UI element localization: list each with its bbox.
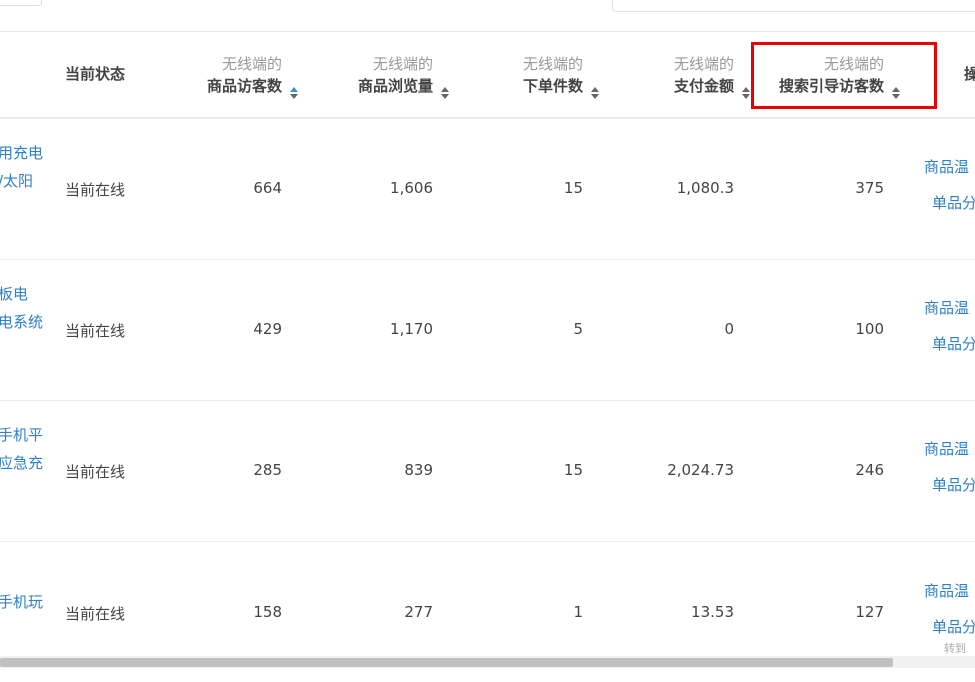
header-status: 当前状态 [65, 65, 126, 83]
product-name-link[interactable]: 板电 电系统 [0, 280, 58, 336]
sort-icon[interactable] [741, 86, 751, 100]
status-cell: 当前在线 [65, 322, 126, 340]
product-temperature-link[interactable]: 商品温 [924, 297, 969, 318]
header-payment-label: 支付金额 [673, 77, 734, 95]
header-visitors-label: 商品访客数 [206, 77, 282, 95]
search-visitors-cell: 100 [855, 320, 884, 338]
pageviews-cell: 839 [404, 461, 433, 479]
visitors-cell: 158 [253, 603, 282, 621]
product-name-line: 手机玩 [0, 593, 44, 611]
status-cell: 当前在线 [65, 605, 126, 623]
item-analysis-link[interactable]: 单品分 [932, 333, 975, 354]
sort-icon[interactable] [289, 86, 299, 100]
product-name-link[interactable]: 手机玩 [0, 588, 58, 616]
header-pageviews-prefix: 无线端的 [372, 55, 433, 73]
product-name-link[interactable]: 手机平 应急充 [0, 421, 58, 477]
header-operations: 操 [964, 65, 975, 83]
payment-cell: 2,024.73 [667, 461, 734, 479]
goto-tip[interactable]: 转到 [944, 640, 966, 656]
product-name-line: 手机平 [0, 426, 44, 444]
pageviews-cell: 1,606 [390, 179, 433, 197]
product-name-line: 应急充 [0, 454, 44, 472]
header-visitors-prefix: 无线端的 [221, 55, 282, 73]
visitors-cell: 285 [253, 461, 282, 479]
item-analysis-link[interactable]: 单品分 [932, 474, 975, 495]
product-name-line: /太阳 [0, 172, 34, 190]
payment-cell: 0 [724, 320, 734, 338]
search-input[interactable] [612, 0, 975, 12]
product-temperature-link[interactable]: 商品温 [924, 580, 969, 601]
search-visitors-cell: 375 [855, 179, 884, 197]
header-payment-prefix: 无线端的 [673, 55, 734, 73]
item-analysis-link[interactable]: 单品分 [932, 616, 975, 637]
search-visitors-cell: 246 [855, 461, 884, 479]
header-payment[interactable]: 无线端的 支付金额 [634, 53, 750, 99]
sort-icon[interactable] [440, 86, 450, 100]
table-row: 手机平 应急充 当前在线 285 839 15 2,024.73 246 商品温… [0, 401, 975, 542]
payment-cell: 13.53 [691, 603, 734, 621]
status-cell: 当前在线 [65, 181, 126, 199]
top-toolbar [0, 0, 975, 32]
orders-cell: 5 [573, 320, 583, 338]
product-name-line: 板电 [0, 285, 29, 303]
orders-cell: 15 [563, 179, 583, 197]
visitors-cell: 429 [253, 320, 282, 338]
orders-cell: 15 [563, 461, 583, 479]
orders-cell: 1 [573, 603, 583, 621]
payment-cell: 1,080.3 [676, 179, 734, 197]
header-visitors[interactable]: 无线端的 商品访客数 [182, 53, 298, 99]
header-pageviews-label: 商品浏览量 [357, 77, 433, 95]
header-orders-prefix: 无线端的 [522, 55, 583, 73]
toolbar-button[interactable] [0, 0, 42, 6]
product-name-link[interactable]: 用充电 /太阳 [0, 139, 58, 195]
bottom-area [0, 668, 975, 678]
header-pageviews[interactable]: 无线端的 商品浏览量 [333, 53, 449, 99]
product-name-line: 电系统 [0, 313, 44, 331]
search-visitors-cell: 127 [855, 603, 884, 621]
highlight-box [751, 42, 937, 109]
item-analysis-link[interactable]: 单品分 [932, 192, 975, 213]
horizontal-scrollbar-thumb[interactable] [0, 658, 893, 667]
header-orders-label: 下单件数 [522, 77, 583, 95]
status-cell: 当前在线 [65, 463, 126, 481]
pageviews-cell: 277 [404, 603, 433, 621]
product-temperature-link[interactable]: 商品温 [924, 156, 969, 177]
product-temperature-link[interactable]: 商品温 [924, 438, 969, 459]
product-name-line: 用充电 [0, 144, 44, 162]
pageviews-cell: 1,170 [390, 320, 433, 338]
sort-icon[interactable] [590, 86, 600, 100]
header-orders[interactable]: 无线端的 下单件数 [483, 53, 599, 99]
table-row: 板电 电系统 当前在线 429 1,170 5 0 100 商品温 单品分 [0, 260, 975, 401]
table-row: 用充电 /太阳 当前在线 664 1,606 15 1,080.3 375 商品… [0, 119, 975, 260]
visitors-cell: 664 [253, 179, 282, 197]
